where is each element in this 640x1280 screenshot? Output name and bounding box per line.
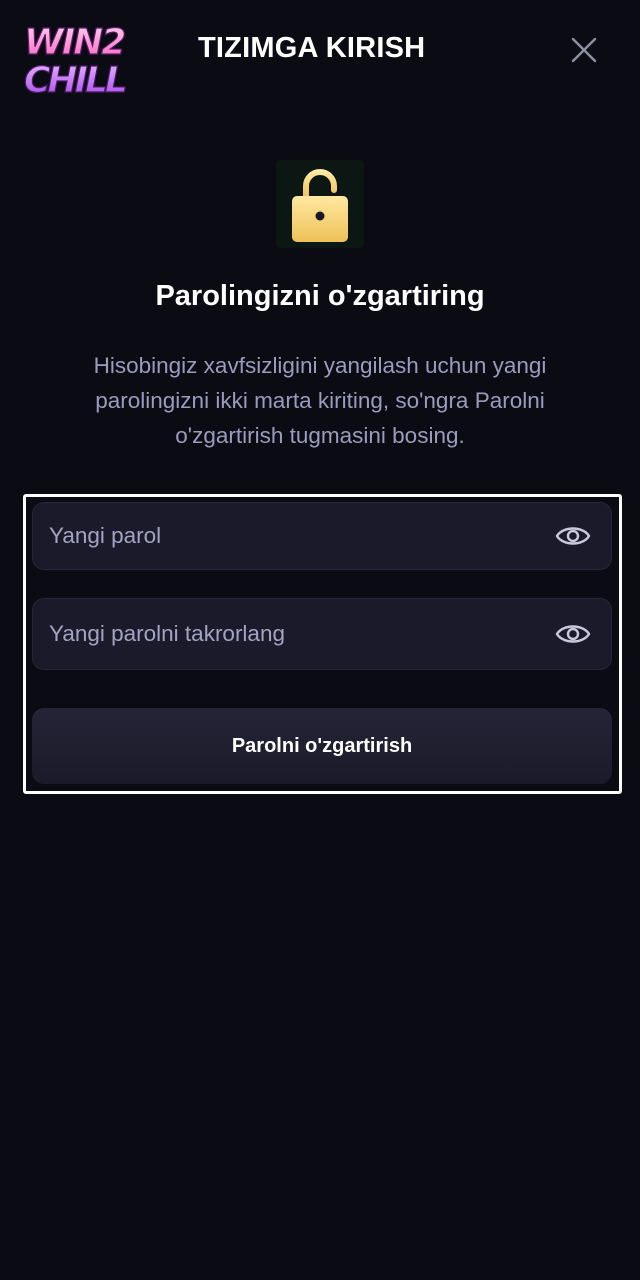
- password-change-screen: WIN2 CHILL TIZIMGA KIRISH Parolingizni o…: [0, 0, 640, 1280]
- logo-line-2: CHILL: [24, 60, 126, 98]
- close-button[interactable]: [566, 32, 602, 68]
- close-icon[interactable]: [566, 32, 602, 68]
- new-password-field[interactable]: [32, 502, 612, 570]
- logo-line-1: WIN2: [24, 22, 125, 63]
- repeat-password-input[interactable]: [33, 599, 543, 669]
- new-password-input[interactable]: [33, 503, 543, 569]
- win2chill-logo[interactable]: WIN2 CHILL: [22, 20, 152, 98]
- form-description: Hisobingiz xavfsizligini yangilash uchun…: [93, 353, 547, 448]
- change-password-button[interactable]: Parolni o'zgartirish: [32, 708, 612, 784]
- page-title: TIZIMGA KIRISH: [198, 32, 426, 64]
- toggle-new-password-visibility[interactable]: [555, 523, 591, 549]
- unlocked-padlock-icon: [292, 169, 348, 242]
- eye-icon[interactable]: [555, 523, 591, 549]
- toggle-repeat-password-visibility[interactable]: [555, 621, 591, 647]
- lock-illustration: [276, 160, 364, 248]
- form-heading: Parolingizni o'zgartiring: [155, 280, 485, 312]
- eye-icon[interactable]: [555, 621, 591, 647]
- repeat-password-field[interactable]: [32, 598, 612, 670]
